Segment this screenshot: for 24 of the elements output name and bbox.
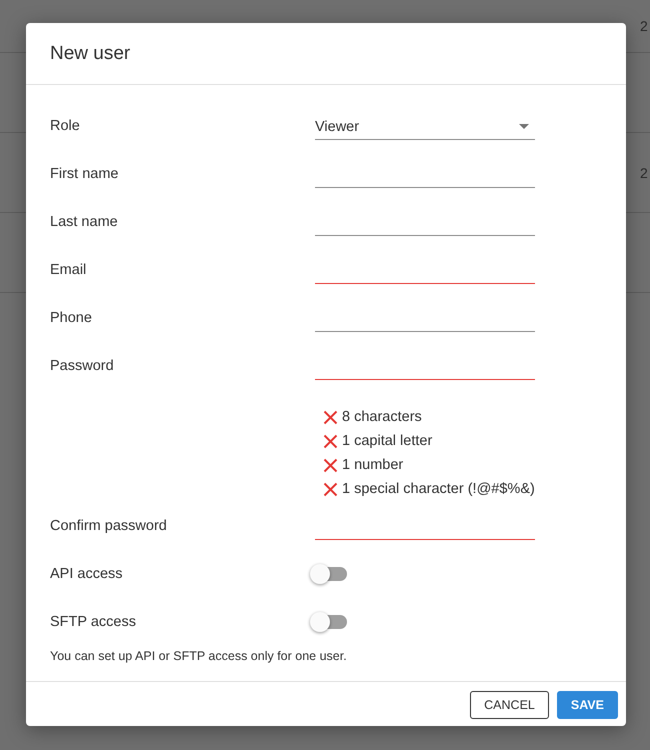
field-label: Last name xyxy=(50,213,119,232)
toggle-switch[interactable] xyxy=(310,563,347,585)
role-select[interactable]: Viewer xyxy=(315,114,535,140)
toggle-switch[interactable] xyxy=(310,611,347,633)
field-label: Email xyxy=(50,261,88,280)
save-button[interactable]: SAVE xyxy=(556,691,618,719)
caret-icon xyxy=(519,124,529,129)
table-cell-text: 2 xyxy=(640,164,649,180)
field-label: Password xyxy=(50,357,115,376)
password-rule: 1 number xyxy=(342,457,404,473)
password-rule: 8 characters xyxy=(342,409,422,425)
cancel-button[interactable]: CANCEL xyxy=(470,691,549,719)
field-label: API access xyxy=(50,565,124,584)
field-label: Role xyxy=(50,117,81,136)
field-label: Phone xyxy=(50,309,93,328)
select-value: Viewer xyxy=(315,118,360,134)
table-cell-text: 2 xyxy=(640,18,649,34)
password-rule: 1 capital letter xyxy=(342,433,432,449)
password-rule: 1 special character (!@#$%&) xyxy=(342,481,535,497)
info-note: You can set up API or SFTP access only for one user. xyxy=(50,648,348,664)
field-label: First name xyxy=(50,165,120,184)
field-label: Confirm password xyxy=(50,517,168,536)
field-label: SFTP access xyxy=(50,613,137,632)
dialog-title: New user xyxy=(50,42,130,64)
